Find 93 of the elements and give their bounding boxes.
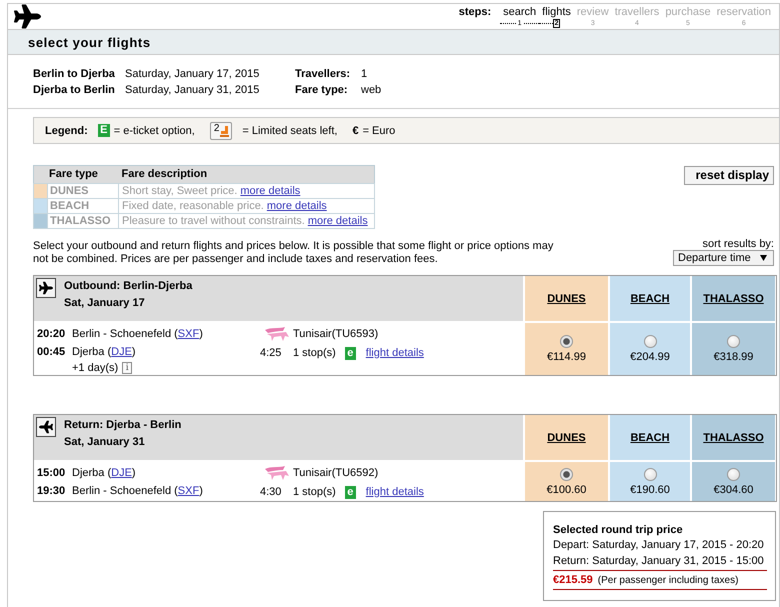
step-label: search (503, 6, 536, 18)
limited-seats-badge: 2 (210, 122, 232, 140)
fare-price: €100.60 (546, 484, 586, 496)
step-label: travellers (614, 6, 660, 18)
flight-duration: 4:30 (260, 485, 282, 500)
airline-name: Tunisair(TU6592) (293, 466, 380, 481)
fare-price: €204.99 (630, 351, 670, 363)
price-note: (Per passenger including taxes) (598, 574, 738, 588)
more-details-link[interactable]: more details (240, 184, 300, 196)
flight-date: Sat, January 17 (64, 296, 146, 311)
fare-header[interactable]: DUNES (525, 415, 608, 460)
flight-time: 19:30 (37, 484, 66, 499)
more-details-link[interactable]: more details (308, 214, 368, 226)
page-title: select your flights (8, 29, 779, 55)
stops-count: 1 stop(s) (293, 485, 336, 500)
fare-radio[interactable] (727, 468, 740, 480)
fare-name: DUNES (48, 184, 118, 198)
legend-text: = e-ticket option, (114, 124, 195, 136)
instructions-text: Select your outbound and return flights and prices below. It is possible that some flight or price options may not be combined. Prices are per passenger and include taxes and reservation fees. (33, 240, 554, 266)
travel-date: Saturday, January 31, 2015 (125, 83, 260, 98)
airport-code-link[interactable]: DJE (111, 467, 132, 479)
airport-name: Berlin - Schoenefeld (SXF) (72, 327, 204, 342)
legend-label: Legend: (45, 124, 88, 136)
currency-symbol: € (352, 124, 359, 136)
eticket-badge: e (344, 346, 356, 360)
airport-code-link[interactable]: SXF (178, 485, 200, 497)
fare-price: €304.60 (714, 484, 754, 496)
fare-price: €318.99 (714, 351, 754, 363)
route-label: Djerba to Berlin (33, 83, 116, 98)
detail-value: 1 (361, 67, 368, 82)
fare-header[interactable]: DUNES (525, 276, 608, 321)
legend-text: = Euro (362, 124, 396, 136)
fare-name: THALASSO (48, 214, 118, 228)
route-label: Berlin to Djerba (33, 67, 116, 82)
step-label: flights (542, 6, 571, 18)
airport-code-link[interactable]: DJE (111, 346, 132, 358)
step-label: purchase (665, 6, 711, 18)
caret-icon (760, 255, 767, 261)
fare-header[interactable]: THALASSO (692, 276, 775, 321)
flight-details-link[interactable]: flight details (366, 344, 424, 362)
flight-time: 15:00 (37, 466, 66, 481)
detail-label: Fare type: (295, 83, 349, 98)
fare-price: €190.60 (630, 484, 670, 496)
fare-radio[interactable] (644, 468, 656, 480)
fare-radio[interactable] (644, 335, 656, 348)
column-header: Fare type (34, 166, 118, 184)
fare-header[interactable]: THALASSO (692, 415, 775, 460)
total-price: €215.59 (553, 573, 593, 588)
column-header: Fare description (118, 166, 374, 184)
airport-name: Djerba (DJE) (72, 466, 137, 481)
fare-radio[interactable] (560, 468, 573, 480)
airline-logo-icon (264, 466, 290, 480)
summary-line: Depart: Saturday, January 17, 2015 - 20:20 (553, 538, 765, 553)
reset-display-button[interactable]: reset display (684, 166, 774, 185)
stops-count: 1 stop(s) (293, 346, 336, 361)
summary-title: Selected round trip price (553, 523, 684, 538)
fare-radio[interactable] (560, 335, 573, 348)
fare-description: Fixed date, reasonable price. more details (118, 198, 374, 214)
travel-date: Saturday, January 17, 2015 (125, 67, 260, 82)
airport-name: Berlin - Schoenefeld (SXF) (72, 484, 204, 499)
flight-title: Return: Djerba - Berlin (64, 418, 182, 433)
info-button[interactable]: i (122, 362, 132, 374)
step-label: review (576, 6, 609, 18)
sort-label: sort results by: (702, 239, 774, 250)
fare-header[interactable]: BEACH (610, 415, 690, 460)
steps-label: steps: (458, 6, 492, 18)
airline-name: Tunisair(TU6593) (293, 327, 380, 342)
detail-label: Travellers: (295, 67, 352, 82)
detail-value: web (361, 83, 382, 98)
plane-icon (14, 3, 41, 30)
sort-select[interactable]: Departure time (673, 250, 774, 266)
day-offset-note: +1 day(s) (72, 361, 118, 375)
eticket-badge: e (344, 486, 356, 498)
fare-radio[interactable] (727, 335, 740, 348)
flight-duration: 4:25 (260, 346, 282, 361)
more-details-link[interactable]: more details (266, 200, 327, 212)
fare-header[interactable]: BEACH (610, 276, 690, 321)
airport-code-link[interactable]: SXF (178, 328, 200, 340)
flight-time: 00:45 (37, 345, 66, 360)
airline-logo-icon (264, 326, 290, 342)
fare-price: €114.99 (547, 351, 586, 363)
flight-details-link[interactable]: flight details (366, 483, 424, 501)
fare-description: Pleasure to travel without constraints. more details (118, 214, 374, 228)
airport-name: Djerba (DJE) (72, 345, 137, 360)
summary-line: Return: Saturday, January 31, 2015 - 15:00 (553, 554, 767, 571)
step-label: reservation (716, 6, 771, 18)
fare-description: Short stay, Sweet price. more details (118, 184, 374, 198)
fare-name: BEACH (48, 198, 118, 214)
flight-date: Sat, January 31 (64, 435, 146, 450)
legend-text: = Limited seats left, (242, 124, 338, 136)
flight-title: Outbound: Berlin-Djerba (64, 279, 192, 294)
flight-time: 20:20 (37, 327, 66, 342)
eticket-badge: E (98, 124, 110, 137)
